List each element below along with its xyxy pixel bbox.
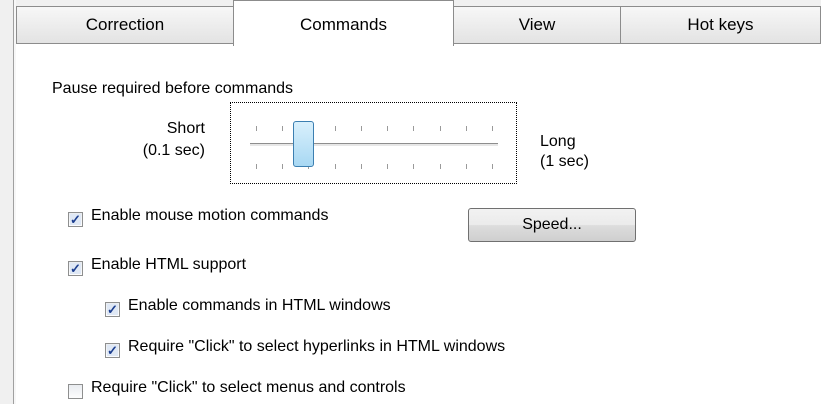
slider-tick xyxy=(282,126,283,131)
long-value: (1 sec) xyxy=(540,153,589,170)
html-support-label: Enable HTML support xyxy=(91,256,247,273)
html-click-checkbox[interactable]: ✓ xyxy=(105,343,120,358)
slider-tick xyxy=(361,164,362,169)
long-label: Long xyxy=(540,133,576,150)
slider-track xyxy=(250,143,498,147)
check-icon: ✓ xyxy=(70,212,81,227)
slider-tick xyxy=(387,164,388,169)
slider-tick xyxy=(413,126,414,131)
html-commands-checkbox[interactable]: ✓ xyxy=(105,302,120,317)
html-commands-label: Enable commands in HTML windows xyxy=(128,297,391,314)
tab-hot-keys[interactable]: Hot keys xyxy=(620,6,821,43)
slider-tick xyxy=(466,164,467,169)
short-value: (0.1 sec) xyxy=(142,142,205,159)
menu-click-checkbox[interactable] xyxy=(68,384,83,399)
tab-strip: Correction Commands View Hot keys xyxy=(16,0,821,46)
slider-thumb[interactable] xyxy=(293,121,314,167)
check-icon: ✓ xyxy=(70,261,81,276)
tab-correction[interactable]: Correction xyxy=(16,6,234,43)
short-label: Short xyxy=(166,120,205,137)
slider-tick xyxy=(492,164,493,169)
menu-click-label: Require "Click" to select menus and cont… xyxy=(91,379,406,396)
slider-tick xyxy=(256,164,257,169)
pause-heading: Pause required before commands xyxy=(52,80,294,97)
speed-button[interactable]: Speed... xyxy=(468,208,636,242)
slider-tick xyxy=(440,126,441,131)
slider-tick xyxy=(335,164,336,169)
speed-button-label: Speed... xyxy=(522,216,582,233)
tab-label: Hot keys xyxy=(687,15,754,34)
dialog-frame: Correction Commands View Hot keys Pause … xyxy=(0,0,821,404)
html-support-checkbox[interactable]: ✓ xyxy=(68,261,83,276)
slider-tick xyxy=(387,126,388,131)
slider-tick xyxy=(466,126,467,131)
check-icon: ✓ xyxy=(107,302,118,317)
slider-tick xyxy=(440,164,441,169)
slider-tick xyxy=(256,126,257,131)
slider-tick xyxy=(492,126,493,131)
tab-view[interactable]: View xyxy=(453,6,621,43)
slider-tick xyxy=(413,164,414,169)
tab-label: Correction xyxy=(85,15,165,34)
tab-label: View xyxy=(518,15,556,34)
mouse-motion-checkbox[interactable]: ✓ xyxy=(68,212,83,227)
tab-label: Commands xyxy=(300,15,387,34)
html-click-label: Require "Click" to select hyperlinks in … xyxy=(128,338,506,355)
mouse-motion-label: Enable mouse motion commands xyxy=(91,207,329,224)
check-icon: ✓ xyxy=(107,343,118,358)
slider-tick xyxy=(361,126,362,131)
slider-tick xyxy=(335,126,336,131)
slider-tick xyxy=(282,164,283,169)
tab-commands[interactable]: Commands xyxy=(233,0,454,46)
